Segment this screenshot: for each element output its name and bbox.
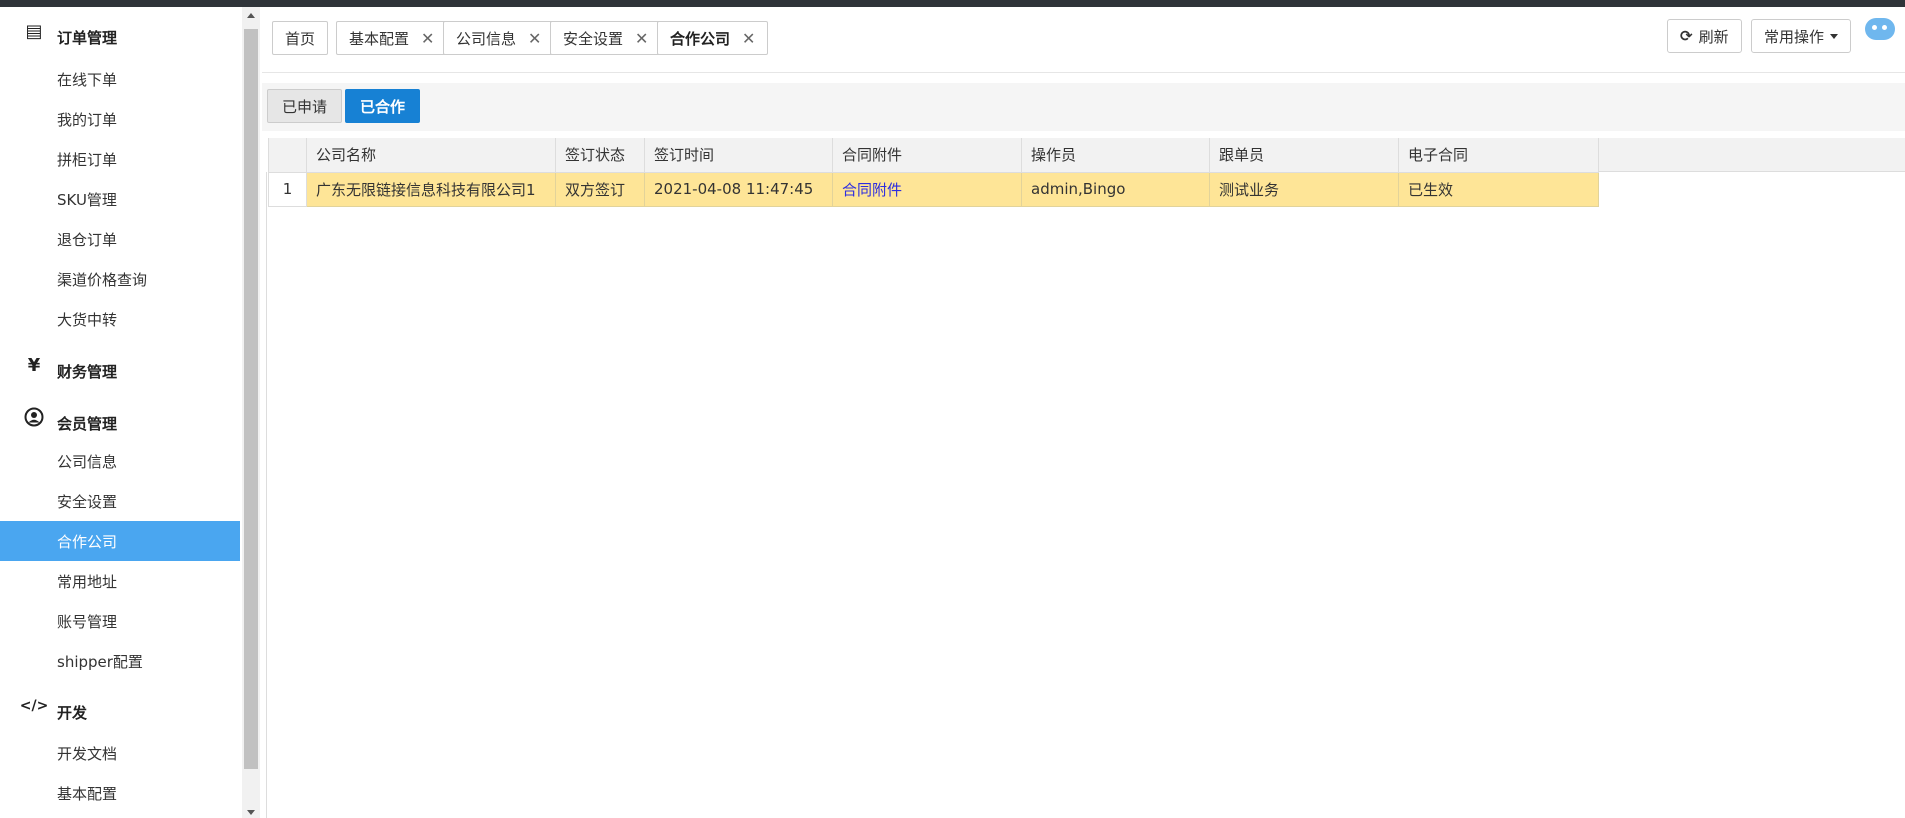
menu-group-dev[interactable]: </> 开发 [0, 688, 240, 728]
column-header[interactable]: 跟单员 [1209, 138, 1399, 173]
menu-item-my-orders[interactable]: 我的订单 [0, 99, 240, 139]
caret-down-icon [1830, 33, 1839, 39]
partner-table: 公司名称 签订状态 签订时间 合同附件 操作员 跟单员 电子合同 1 广东无限链… [268, 138, 1599, 207]
menu-item-channel-price[interactable]: 渠道价格查询 [0, 259, 240, 299]
menu-group-finance[interactable]: ¥ 财务管理 [0, 347, 240, 387]
column-header[interactable]: 公司名称 [306, 138, 556, 173]
column-header[interactable]: 合同附件 [832, 138, 1022, 173]
tab-label: 合作公司 [670, 29, 731, 48]
menu-group-label: 订单管理 [57, 29, 118, 47]
cell-attachment: 合同附件 [832, 172, 1022, 207]
column-header[interactable]: 操作员 [1021, 138, 1210, 173]
cell-contract: 已生效 [1398, 172, 1599, 207]
row-number: 1 [268, 172, 307, 207]
menu-item-online-order[interactable]: 在线下单 [0, 59, 240, 99]
grid-border [266, 172, 267, 818]
tab-company-info[interactable]: 公司信息 ✕ [443, 21, 555, 55]
menu-group-member[interactable]: 会员管理 [0, 399, 240, 439]
menu-item-account[interactable]: 账号管理 [0, 601, 240, 641]
status-tabs-bar: 已申请 已合作 [262, 83, 1905, 131]
applied-tab-button[interactable]: 已申请 [267, 89, 343, 123]
menu-group-label: 开发 [57, 704, 88, 722]
cell-company: 广东无限链接信息科技有限公司1 [306, 172, 556, 207]
common-ops-label: 常用操作 [1764, 27, 1825, 46]
column-header[interactable]: 签订状态 [555, 138, 645, 173]
scrollbar-thumb[interactable] [244, 29, 258, 769]
yen-icon: ¥ [27, 354, 41, 376]
refresh-label: 刷新 [1698, 27, 1729, 46]
attachment-link[interactable]: 合同附件 [842, 181, 902, 199]
menu-item-shipper-config[interactable]: shipper配置 [0, 641, 240, 681]
scroll-up-arrow-icon[interactable] [247, 13, 255, 18]
menu-item-dev-docs[interactable]: 开发文档 [0, 733, 240, 773]
menu-group-label: 财务管理 [57, 363, 118, 381]
tabs-bar: 首页 基本配置 ✕ 公司信息 ✕ 安全设置 ✕ 合作公司 ✕ ⟳ 刷新 常用操作 [262, 7, 1905, 73]
cell-operator: admin,Bingo [1021, 172, 1210, 207]
sidebar-scrollbar[interactable] [242, 7, 260, 818]
cell-status: 双方签订 [555, 172, 645, 207]
sidebar: ▤ 订单管理 在线下单 我的订单 拼柜订单 SKU管理 退仓订单 渠道价格查询 … [0, 7, 240, 818]
menu-item-bulk-transfer[interactable]: 大货中转 [0, 299, 240, 339]
menu-group-label: 会员管理 [57, 415, 118, 433]
column-header[interactable]: 签订时间 [644, 138, 833, 173]
close-icon[interactable]: ✕ [635, 29, 648, 48]
top-bar [0, 0, 1905, 7]
table-row[interactable]: 1 广东无限链接信息科技有限公司1 双方签订 2021-04-08 11:47:… [268, 172, 1599, 207]
user-icon [24, 407, 44, 427]
tab-label: 安全设置 [563, 29, 624, 48]
refresh-button[interactable]: ⟳ 刷新 [1667, 19, 1742, 53]
cell-time: 2021-04-08 11:47:45 [644, 172, 833, 207]
menu-item-security[interactable]: 安全设置 [0, 481, 240, 521]
column-header[interactable]: 电子合同 [1398, 138, 1599, 173]
tab-label: 首页 [285, 29, 316, 48]
main-content: 已申请 已合作 公司名称 签订状态 签订时间 合同附件 操作员 跟单员 电子合同… [262, 83, 1905, 818]
grid-header-filler [1592, 138, 1905, 172]
tab-basic-config[interactable]: 基本配置 ✕ [336, 21, 448, 55]
close-icon[interactable]: ✕ [421, 29, 434, 48]
tab-partner-companies[interactable]: 合作公司 ✕ [657, 21, 769, 55]
common-ops-dropdown[interactable]: 常用操作 [1751, 19, 1852, 53]
menu-item-consolidated-orders[interactable]: 拼柜订单 [0, 139, 240, 179]
close-icon[interactable]: ✕ [742, 29, 755, 48]
cell-follower: 测试业务 [1209, 172, 1399, 207]
tab-security[interactable]: 安全设置 ✕ [550, 21, 662, 55]
menu-item-partner-companies[interactable]: 合作公司 [0, 521, 240, 561]
menu-item-common-address[interactable]: 常用地址 [0, 561, 240, 601]
menu-item-company-info[interactable]: 公司信息 [0, 441, 240, 481]
menu-item-basic-config[interactable]: 基本配置 [0, 773, 240, 813]
code-icon: </> [19, 698, 49, 714]
cooperated-tab-button[interactable]: 已合作 [345, 89, 421, 123]
menu-group-orders[interactable]: ▤ 订单管理 [0, 13, 240, 53]
tab-label: 公司信息 [456, 29, 517, 48]
table-header-row: 公司名称 签订状态 签订时间 合同附件 操作员 跟单员 电子合同 [268, 138, 1599, 173]
chatbot-icon[interactable] [1865, 18, 1895, 40]
tab-label: 基本配置 [349, 29, 410, 48]
tab-home[interactable]: 首页 [272, 21, 329, 55]
scroll-down-arrow-icon[interactable] [247, 810, 255, 815]
menu-item-return-orders[interactable]: 退仓订单 [0, 219, 240, 259]
order-list-icon: ▤ [25, 20, 43, 42]
rownum-header [268, 138, 307, 173]
menu-item-sku[interactable]: SKU管理 [0, 179, 240, 219]
close-icon[interactable]: ✕ [528, 29, 541, 48]
refresh-icon: ⟳ [1680, 27, 1693, 45]
